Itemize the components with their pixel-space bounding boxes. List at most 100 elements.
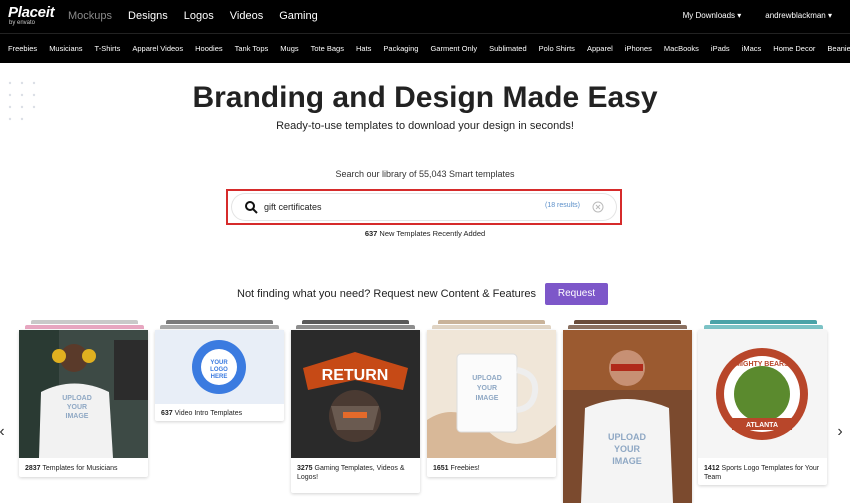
svg-text:HERE: HERE bbox=[211, 374, 228, 380]
card-stack-shadow bbox=[302, 320, 409, 324]
svg-text:IMAGE: IMAGE bbox=[66, 413, 89, 420]
template-card-sports-logo[interactable]: MIGHTY BEARS ATLANTA 1412 Sports Logo Te… bbox=[698, 330, 827, 485]
category-link[interactable]: Mugs bbox=[280, 44, 298, 53]
search-highlight-box: (18 results) bbox=[226, 189, 622, 225]
svg-text:UPLOAD: UPLOAD bbox=[472, 375, 502, 382]
svg-text:UPLOAD: UPLOAD bbox=[608, 432, 647, 442]
card-stack-shadow bbox=[296, 325, 415, 329]
card-count: 637 bbox=[161, 410, 173, 417]
template-card-musicians[interactable]: UPLOAD YOUR IMAGE 2837 Templates for Mus… bbox=[19, 330, 148, 477]
card-title: Sports Logo Templates for Your Team bbox=[704, 465, 820, 481]
page-title: Branding and Design Made Easy bbox=[192, 81, 658, 114]
category-link[interactable]: Apparel Videos bbox=[132, 44, 183, 53]
my-downloads-menu[interactable]: My Downloads ▾ bbox=[683, 11, 742, 20]
category-link[interactable]: Hats bbox=[356, 44, 371, 53]
request-prompt-text: Not finding what you need? Request new C… bbox=[237, 288, 537, 300]
category-link[interactable]: iPads bbox=[711, 44, 730, 53]
placeit-logo[interactable]: Placeit bbox=[8, 4, 55, 21]
svg-text:YOUR: YOUR bbox=[477, 385, 497, 392]
nav-mockups[interactable]: Mockups bbox=[68, 10, 112, 22]
card-stack-shadow bbox=[160, 325, 279, 329]
clear-search-icon[interactable] bbox=[592, 201, 604, 213]
video-intro-image: YOUR LOGO HERE bbox=[155, 330, 284, 404]
library-count-text: Search our library of 55,043 Smart templ… bbox=[335, 169, 515, 179]
user-menu[interactable]: andrewblackman ▾ bbox=[765, 11, 832, 20]
hero-section: Branding and Design Made Easy Ready-to-u… bbox=[0, 63, 850, 503]
category-link[interactable]: Garment Only bbox=[430, 44, 477, 53]
envato-logo-sub: by envato bbox=[9, 20, 36, 26]
category-link[interactable]: Hoodies bbox=[195, 44, 223, 53]
svg-text:IMAGE: IMAGE bbox=[476, 395, 499, 402]
card-count: 1412 bbox=[704, 465, 720, 472]
card-title: Templates for Musicians bbox=[42, 465, 118, 472]
carousel-prev-arrow[interactable]: ‹ bbox=[0, 420, 10, 444]
card-label: 1412 Sports Logo Templates for Your Team bbox=[704, 464, 827, 482]
recent-count: 637 bbox=[364, 229, 378, 238]
card-label: 637 Video Intro Templates bbox=[161, 409, 242, 418]
top-navigation-bar: Placeit by envato Mockups Designs Logos … bbox=[0, 0, 850, 33]
template-card-freebies[interactable]: UPLOAD YOUR IMAGE 1651 Freebies! bbox=[427, 330, 556, 477]
search-input[interactable] bbox=[264, 199, 514, 215]
carousel-next-arrow[interactable]: › bbox=[832, 420, 848, 444]
nav-logos[interactable]: Logos bbox=[184, 10, 214, 22]
search-results-count: (18 results) bbox=[544, 202, 580, 209]
card-stack-shadow bbox=[166, 320, 273, 324]
svg-text:ATLANTA: ATLANTA bbox=[746, 422, 778, 429]
svg-text:IMAGE: IMAGE bbox=[612, 456, 642, 466]
svg-text:LOGO: LOGO bbox=[210, 367, 228, 373]
tshirt-mockup-image: UPLOAD YOUR IMAGE bbox=[563, 330, 692, 503]
category-link[interactable]: T-Shirts bbox=[95, 44, 121, 53]
request-button[interactable]: Request bbox=[545, 283, 608, 305]
category-link[interactable]: Beanie bbox=[827, 44, 850, 53]
page-subtitle: Ready-to-use templates to download your … bbox=[276, 120, 574, 132]
card-title: Video Intro Templates bbox=[174, 410, 243, 417]
search-bar: (18 results) bbox=[232, 194, 616, 220]
category-link[interactable]: Freebies bbox=[8, 44, 37, 53]
svg-text:YOUR: YOUR bbox=[614, 444, 641, 454]
card-label: 3275 Gaming Templates, Videos & Logos! bbox=[297, 464, 420, 482]
category-link[interactable]: MacBooks bbox=[664, 44, 699, 53]
card-stack-shadow bbox=[31, 320, 138, 324]
category-link[interactable]: Tote Bags bbox=[311, 44, 344, 53]
category-link[interactable]: Packaging bbox=[383, 44, 418, 53]
category-link[interactable]: Sublimated bbox=[489, 44, 527, 53]
card-title: Gaming Templates, Videos & Logos! bbox=[297, 465, 405, 481]
card-title: Freebies! bbox=[450, 465, 480, 472]
recent-templates-text: 637 New Templates Recently Added bbox=[0, 229, 850, 238]
svg-text:YOUR: YOUR bbox=[210, 360, 228, 366]
category-link[interactable]: iMacs bbox=[742, 44, 762, 53]
card-label: 1651 Freebies! bbox=[433, 464, 480, 473]
nav-videos[interactable]: Videos bbox=[230, 10, 263, 22]
category-link[interactable]: Home Decor bbox=[773, 44, 815, 53]
card-stack-shadow bbox=[704, 325, 823, 329]
sports-logo-image: MIGHTY BEARS ATLANTA bbox=[698, 330, 827, 458]
nav-designs[interactable]: Designs bbox=[128, 10, 168, 22]
category-link[interactable]: Polo Shirts bbox=[539, 44, 575, 53]
template-card-tshirt[interactable]: UPLOAD YOUR IMAGE bbox=[563, 330, 692, 503]
category-link[interactable]: iPhones bbox=[625, 44, 652, 53]
category-link[interactable]: Tank Tops bbox=[235, 44, 269, 53]
card-stack-shadow bbox=[438, 320, 545, 324]
card-stack-shadow bbox=[710, 320, 817, 324]
category-link[interactable]: Apparel bbox=[587, 44, 613, 53]
category-bar: Freebies Musicians T-Shirts Apparel Videos H… bbox=[0, 33, 850, 63]
gaming-logo-image: RETURN bbox=[291, 330, 420, 458]
category-link[interactable]: Musicians bbox=[49, 44, 82, 53]
card-stack-shadow bbox=[568, 325, 687, 329]
template-card-gaming[interactable]: RETURN 3275 Gaming Templates, Videos & L… bbox=[291, 330, 420, 493]
card-count: 2837 bbox=[25, 465, 41, 472]
template-carousel: ‹ UPLOAD YOUR IMAGE 2837 Templates for M… bbox=[0, 320, 850, 503]
category-list: Freebies Musicians T-Shirts Apparel Videos H… bbox=[8, 44, 850, 53]
card-label: 2837 Templates for Musicians bbox=[25, 464, 118, 473]
svg-text:UPLOAD: UPLOAD bbox=[62, 395, 92, 402]
card-stack-shadow bbox=[25, 325, 144, 329]
template-card-video-intro[interactable]: YOUR LOGO HERE 637 Video Intro Templates bbox=[155, 330, 284, 421]
search-icon bbox=[245, 201, 258, 214]
card-stack-shadow bbox=[574, 320, 681, 324]
nav-gaming[interactable]: Gaming bbox=[279, 10, 318, 22]
card-stack-shadow bbox=[432, 325, 551, 329]
main-nav: Mockups Designs Logos Videos Gaming bbox=[68, 10, 318, 22]
svg-text:YOUR: YOUR bbox=[67, 404, 87, 411]
musician-hoodie-image: UPLOAD YOUR IMAGE bbox=[19, 330, 148, 458]
svg-text:RETURN: RETURN bbox=[322, 367, 389, 384]
